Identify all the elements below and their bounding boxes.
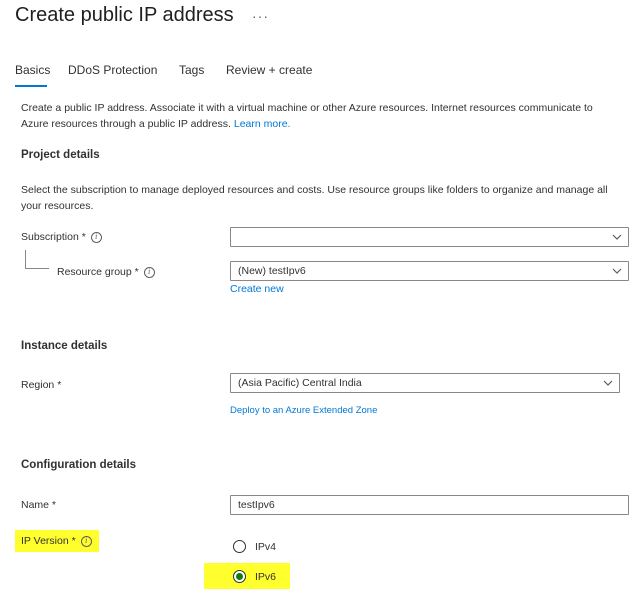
tree-connector-vertical [25, 250, 26, 268]
name-label: Name * [21, 499, 56, 511]
ellipsis-icon[interactable]: ··· [252, 8, 269, 24]
page-title: Create public IP address [15, 4, 234, 26]
ip-version-label-text: IP Version * [21, 535, 76, 547]
tree-connector-horizontal [25, 268, 49, 269]
intro-text: Create a public IP address. Associate it… [21, 101, 621, 132]
create-new-link[interactable]: Create new [230, 282, 284, 298]
project-details-description: Select the subscription to manage deploy… [21, 184, 608, 212]
chevron-down-icon [612, 268, 622, 274]
tab-review-create[interactable]: Review + create [226, 63, 312, 77]
chevron-down-icon [603, 380, 613, 386]
chevron-down-icon [612, 234, 622, 240]
name-value: testIpv6 [238, 499, 275, 511]
tab-tags[interactable]: Tags [179, 63, 204, 77]
name-input[interactable]: testIpv6 [230, 495, 629, 515]
radio-ipv4-circle[interactable] [233, 540, 246, 553]
name-label-text: Name * [21, 499, 57, 511]
resource-group-value: (New) testIpv6 [238, 265, 306, 277]
region-label: Region * [21, 379, 61, 391]
radio-ipv6[interactable]: IPv6 [233, 570, 276, 583]
resource-group-label-text: Resource group * [57, 266, 139, 278]
project-details-heading: Project details [21, 149, 100, 161]
region-label-text: Region * [21, 379, 62, 391]
configuration-details-heading: Configuration details [21, 459, 136, 471]
info-icon[interactable]: i [80, 535, 92, 547]
info-icon[interactable]: i [143, 266, 155, 278]
learn-more-link[interactable]: Learn more. [234, 118, 291, 130]
radio-ipv4-label: IPv4 [255, 540, 277, 553]
radio-ipv6-label: IPv6 [255, 570, 277, 583]
intro-description: Create a public IP address. Associate it… [21, 102, 593, 130]
tab-basics[interactable]: Basics [15, 63, 50, 77]
active-tab-indicator [15, 85, 47, 87]
subscription-label: Subscription * i [21, 231, 102, 243]
radio-ipv4[interactable]: IPv4 [233, 540, 276, 553]
ip-version-label: IP Version * i [21, 535, 92, 547]
resource-group-label: Resource group * i [57, 266, 155, 278]
info-icon[interactable]: i [90, 231, 102, 243]
subscription-label-text: Subscription * [21, 231, 86, 243]
instance-details-heading: Instance details [21, 340, 108, 352]
region-select[interactable]: (Asia Pacific) Central India [230, 373, 620, 393]
subscription-select[interactable] [230, 227, 629, 247]
region-value: (Asia Pacific) Central India [238, 377, 362, 389]
resource-group-select[interactable]: (New) testIpv6 [230, 261, 629, 281]
tab-ddos-protection[interactable]: DDoS Protection [68, 63, 157, 77]
radio-ipv6-circle[interactable] [233, 570, 246, 583]
extended-zone-link[interactable]: Deploy to an Azure Extended Zone [230, 405, 377, 416]
